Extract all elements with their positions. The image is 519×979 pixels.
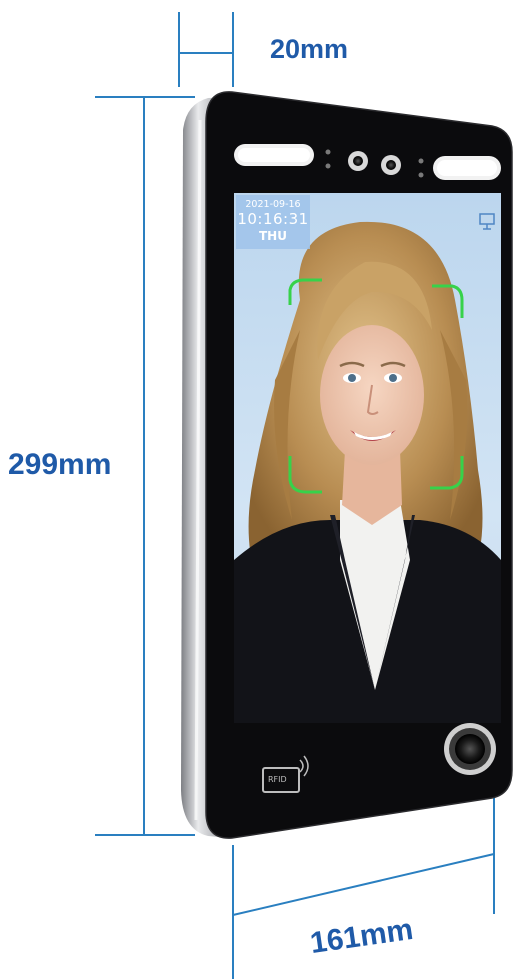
face-recognition-terminal bbox=[181, 91, 513, 839]
screen-time: 10:16:31 bbox=[237, 210, 309, 228]
display-screen bbox=[234, 193, 501, 723]
rfid-label: RFID bbox=[268, 775, 287, 784]
screen-weekday: THU bbox=[259, 229, 287, 243]
screen-date: 2021-09-16 bbox=[245, 199, 301, 210]
fingerprint-sensor-icon bbox=[444, 723, 496, 775]
